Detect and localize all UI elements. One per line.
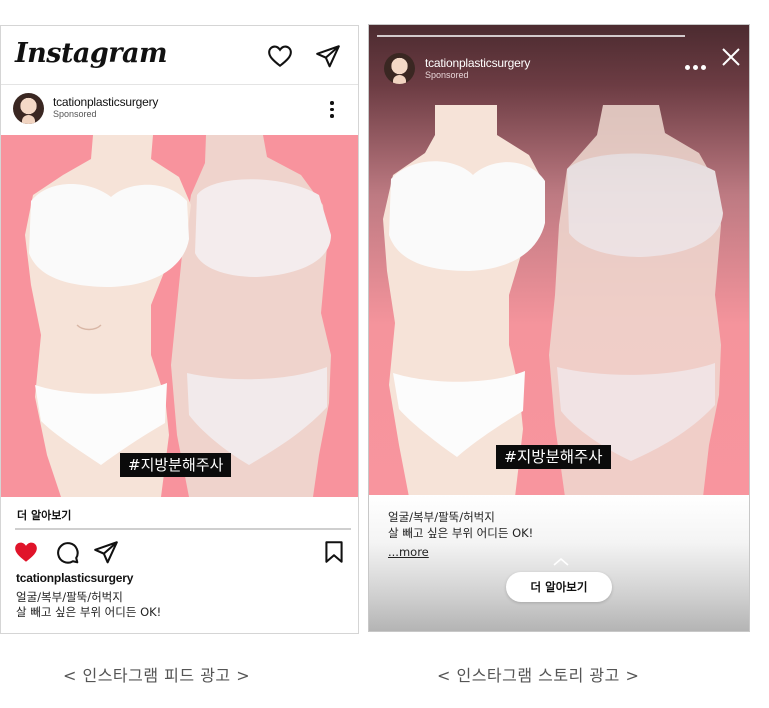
chevron-up-icon[interactable] [553, 558, 569, 566]
story-body-illustration [383, 105, 723, 497]
ad-image[interactable]: #지방분해주사 [1, 135, 358, 497]
caption-line-1: 얼굴/복부/팔뚝/허벅지 [16, 590, 123, 604]
heart-icon[interactable] [267, 43, 293, 69]
divider [15, 528, 351, 530]
story-username[interactable]: tcationplasticsurgery [425, 56, 530, 70]
hashtag-overlay: #지방분해주사 [120, 453, 232, 477]
story-ad-caption: < 인스타그램 스토리 광고 > [437, 666, 640, 685]
learn-more-row[interactable]: 더 알아보기 [1, 497, 358, 529]
comment-icon[interactable] [54, 539, 80, 565]
caption-line-2: 살 빼고 싶은 부위 어디든 OK! [16, 605, 162, 619]
instagram-logo[interactable]: Instagram [15, 38, 168, 69]
instagram-feed-ad: Instagram tcationplasticsurgery Sponsore… [0, 25, 359, 634]
story-more-link[interactable]: ...more [388, 545, 429, 559]
story-ad-image: #지방분해주사 [369, 105, 749, 497]
story-caption-line-2: 살 빼고 싶은 부위 어디든 OK! [388, 526, 534, 540]
sponsored-label: Sponsored [53, 109, 97, 119]
more-vertical-icon[interactable] [328, 101, 336, 121]
story-progress-bar [377, 35, 685, 37]
story-cta-panel: 얼굴/복부/팔뚝/허벅지 살 빼고 싶은 부위 어디든 OK! ...more … [369, 495, 749, 631]
story-sponsored-label: Sponsored [425, 70, 469, 80]
more-horizontal-icon[interactable] [685, 55, 709, 70]
avatar[interactable] [13, 93, 44, 124]
instagram-story-ad[interactable]: tcationplasticsurgery Sponsored #지방분해주사 … [368, 24, 750, 632]
body-illustration [25, 135, 331, 497]
like-filled-heart-icon[interactable] [13, 539, 39, 565]
caption-username[interactable]: tcationplasticsurgery [16, 571, 133, 585]
story-avatar[interactable] [384, 53, 415, 84]
bookmark-icon[interactable] [321, 539, 347, 565]
learn-more-link[interactable]: 더 알아보기 [17, 507, 71, 523]
story-learn-more-button[interactable]: 더 알아보기 [506, 572, 612, 602]
story-hashtag-overlay: #지방분해주사 [496, 445, 611, 469]
feed-ad-caption: < 인스타그램 피드 광고 > [63, 666, 251, 685]
story-caption-line-1: 얼굴/복부/팔뚝/허벅지 [388, 510, 495, 524]
feed-header: Instagram [1, 26, 358, 85]
close-icon[interactable] [721, 47, 741, 67]
send-icon[interactable] [315, 43, 341, 69]
post-author-row: tcationplasticsurgery Sponsored [1, 85, 358, 135]
post-username[interactable]: tcationplasticsurgery [53, 95, 158, 109]
share-icon[interactable] [93, 539, 119, 565]
